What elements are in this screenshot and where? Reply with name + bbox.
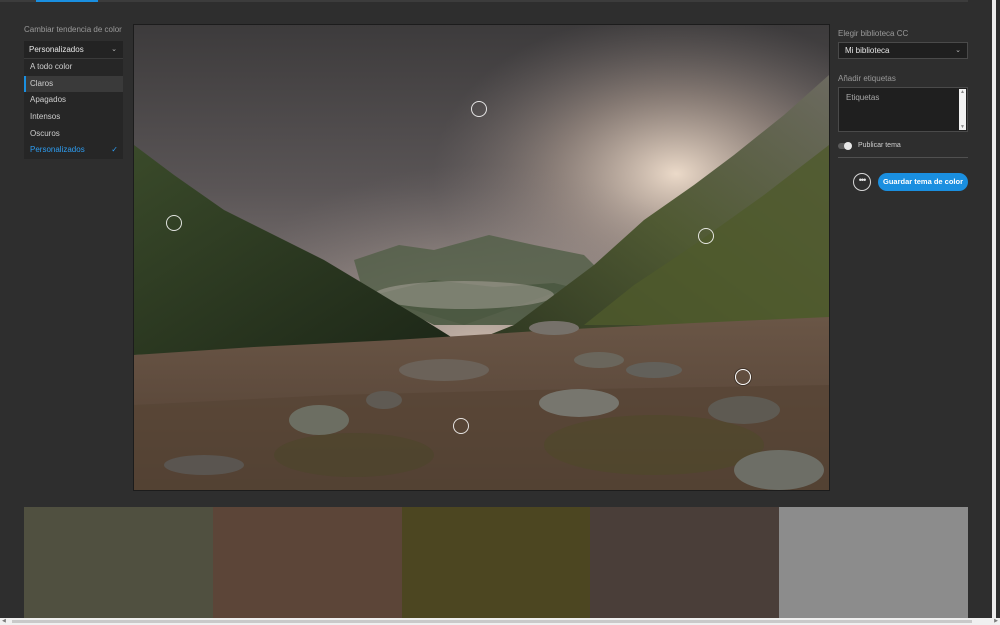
color-picker-5[interactable] — [453, 418, 469, 434]
color-mood-selected: Personalizados — [29, 45, 84, 54]
scroll-down-icon[interactable]: ▼ — [960, 124, 965, 130]
scroll-right-icon[interactable]: ▶ — [994, 618, 998, 624]
top-divider — [0, 0, 968, 2]
swatch-2[interactable] — [212, 507, 402, 618]
more-options-button[interactable]: ••• — [853, 173, 871, 191]
check-icon: ✓ — [111, 145, 118, 155]
active-tab-indicator — [36, 0, 98, 2]
horizontal-scroll-thumb[interactable] — [12, 620, 972, 623]
toggle-knob — [844, 142, 852, 150]
color-picker-3[interactable] — [698, 228, 714, 244]
tags-field[interactable]: ▲ ▼ — [838, 87, 968, 132]
publish-label: Publicar tema — [858, 142, 901, 149]
mood-item-claros[interactable]: Claros — [24, 75, 123, 93]
library-dropdown[interactable]: Mi biblioteca ⌄ — [838, 42, 968, 59]
mood-item-label: Intensos — [30, 112, 61, 122]
mood-item-a-todo-color[interactable]: A todo color — [24, 59, 123, 76]
mood-item-personalizados[interactable]: Personalizados ✓ — [24, 142, 123, 159]
mood-item-label: Oscuros — [30, 128, 60, 138]
color-mood-list: A todo color Claros Apagados Intensos Os… — [24, 59, 123, 160]
source-photo[interactable] — [133, 24, 830, 491]
horizontal-scrollbar[interactable]: ◀ ▶ — [0, 618, 1000, 625]
toggle-switch[interactable] — [838, 142, 852, 150]
mood-item-label: Claros — [30, 78, 54, 88]
tags-scrollbar[interactable]: ▲ ▼ — [959, 89, 966, 130]
swatch-4[interactable] — [590, 507, 780, 618]
swatch-1[interactable] — [24, 507, 213, 618]
actions: ••• Guardar tema de color — [853, 173, 968, 191]
mood-item-label: A todo color — [30, 62, 73, 71]
color-picker-4[interactable] — [735, 369, 751, 385]
library-label: Elegir biblioteca CC — [838, 29, 909, 38]
more-icon: ••• — [858, 175, 867, 185]
mood-item-intensos[interactable]: Intensos — [24, 109, 123, 126]
scroll-left-icon[interactable]: ◀ — [2, 618, 6, 624]
mood-item-oscuros[interactable]: Oscuros — [24, 126, 123, 143]
color-mood-title: Cambiar tendencia de color — [24, 25, 122, 34]
mood-item-label: Apagados — [30, 95, 67, 105]
chevron-down-icon: ⌄ — [955, 47, 961, 54]
tags-input[interactable] — [846, 93, 956, 102]
mood-item-label: Personalizados — [30, 145, 85, 155]
color-mood-panel: Cambiar tendencia de color Personalizado… — [24, 24, 123, 160]
chevron-down-icon: ⌄ — [111, 46, 117, 53]
swatch-3[interactable] — [401, 507, 591, 618]
color-mood-dropdown[interactable]: Personalizados ⌄ — [24, 41, 123, 59]
vertical-scroll-track[interactable] — [992, 0, 996, 618]
save-theme-panel: Elegir biblioteca CC Mi biblioteca ⌄ Aña… — [838, 28, 968, 191]
color-swatches — [24, 507, 968, 618]
swatch-5[interactable] — [779, 507, 968, 618]
publish-toggle[interactable]: Publicar tema — [838, 140, 968, 152]
save-theme-button[interactable]: Guardar tema de color — [878, 173, 968, 191]
landscape-image — [134, 25, 829, 490]
divider — [838, 157, 968, 158]
library-value: Mi biblioteca — [845, 46, 890, 55]
vertical-scrollbar[interactable] — [968, 0, 1000, 625]
tags-label: Añadir etiquetas — [838, 74, 896, 83]
scroll-up-icon[interactable]: ▲ — [960, 89, 965, 95]
color-picker-1[interactable] — [471, 101, 487, 117]
color-picker-2[interactable] — [166, 215, 182, 231]
mood-item-apagados[interactable]: Apagados — [24, 92, 123, 109]
